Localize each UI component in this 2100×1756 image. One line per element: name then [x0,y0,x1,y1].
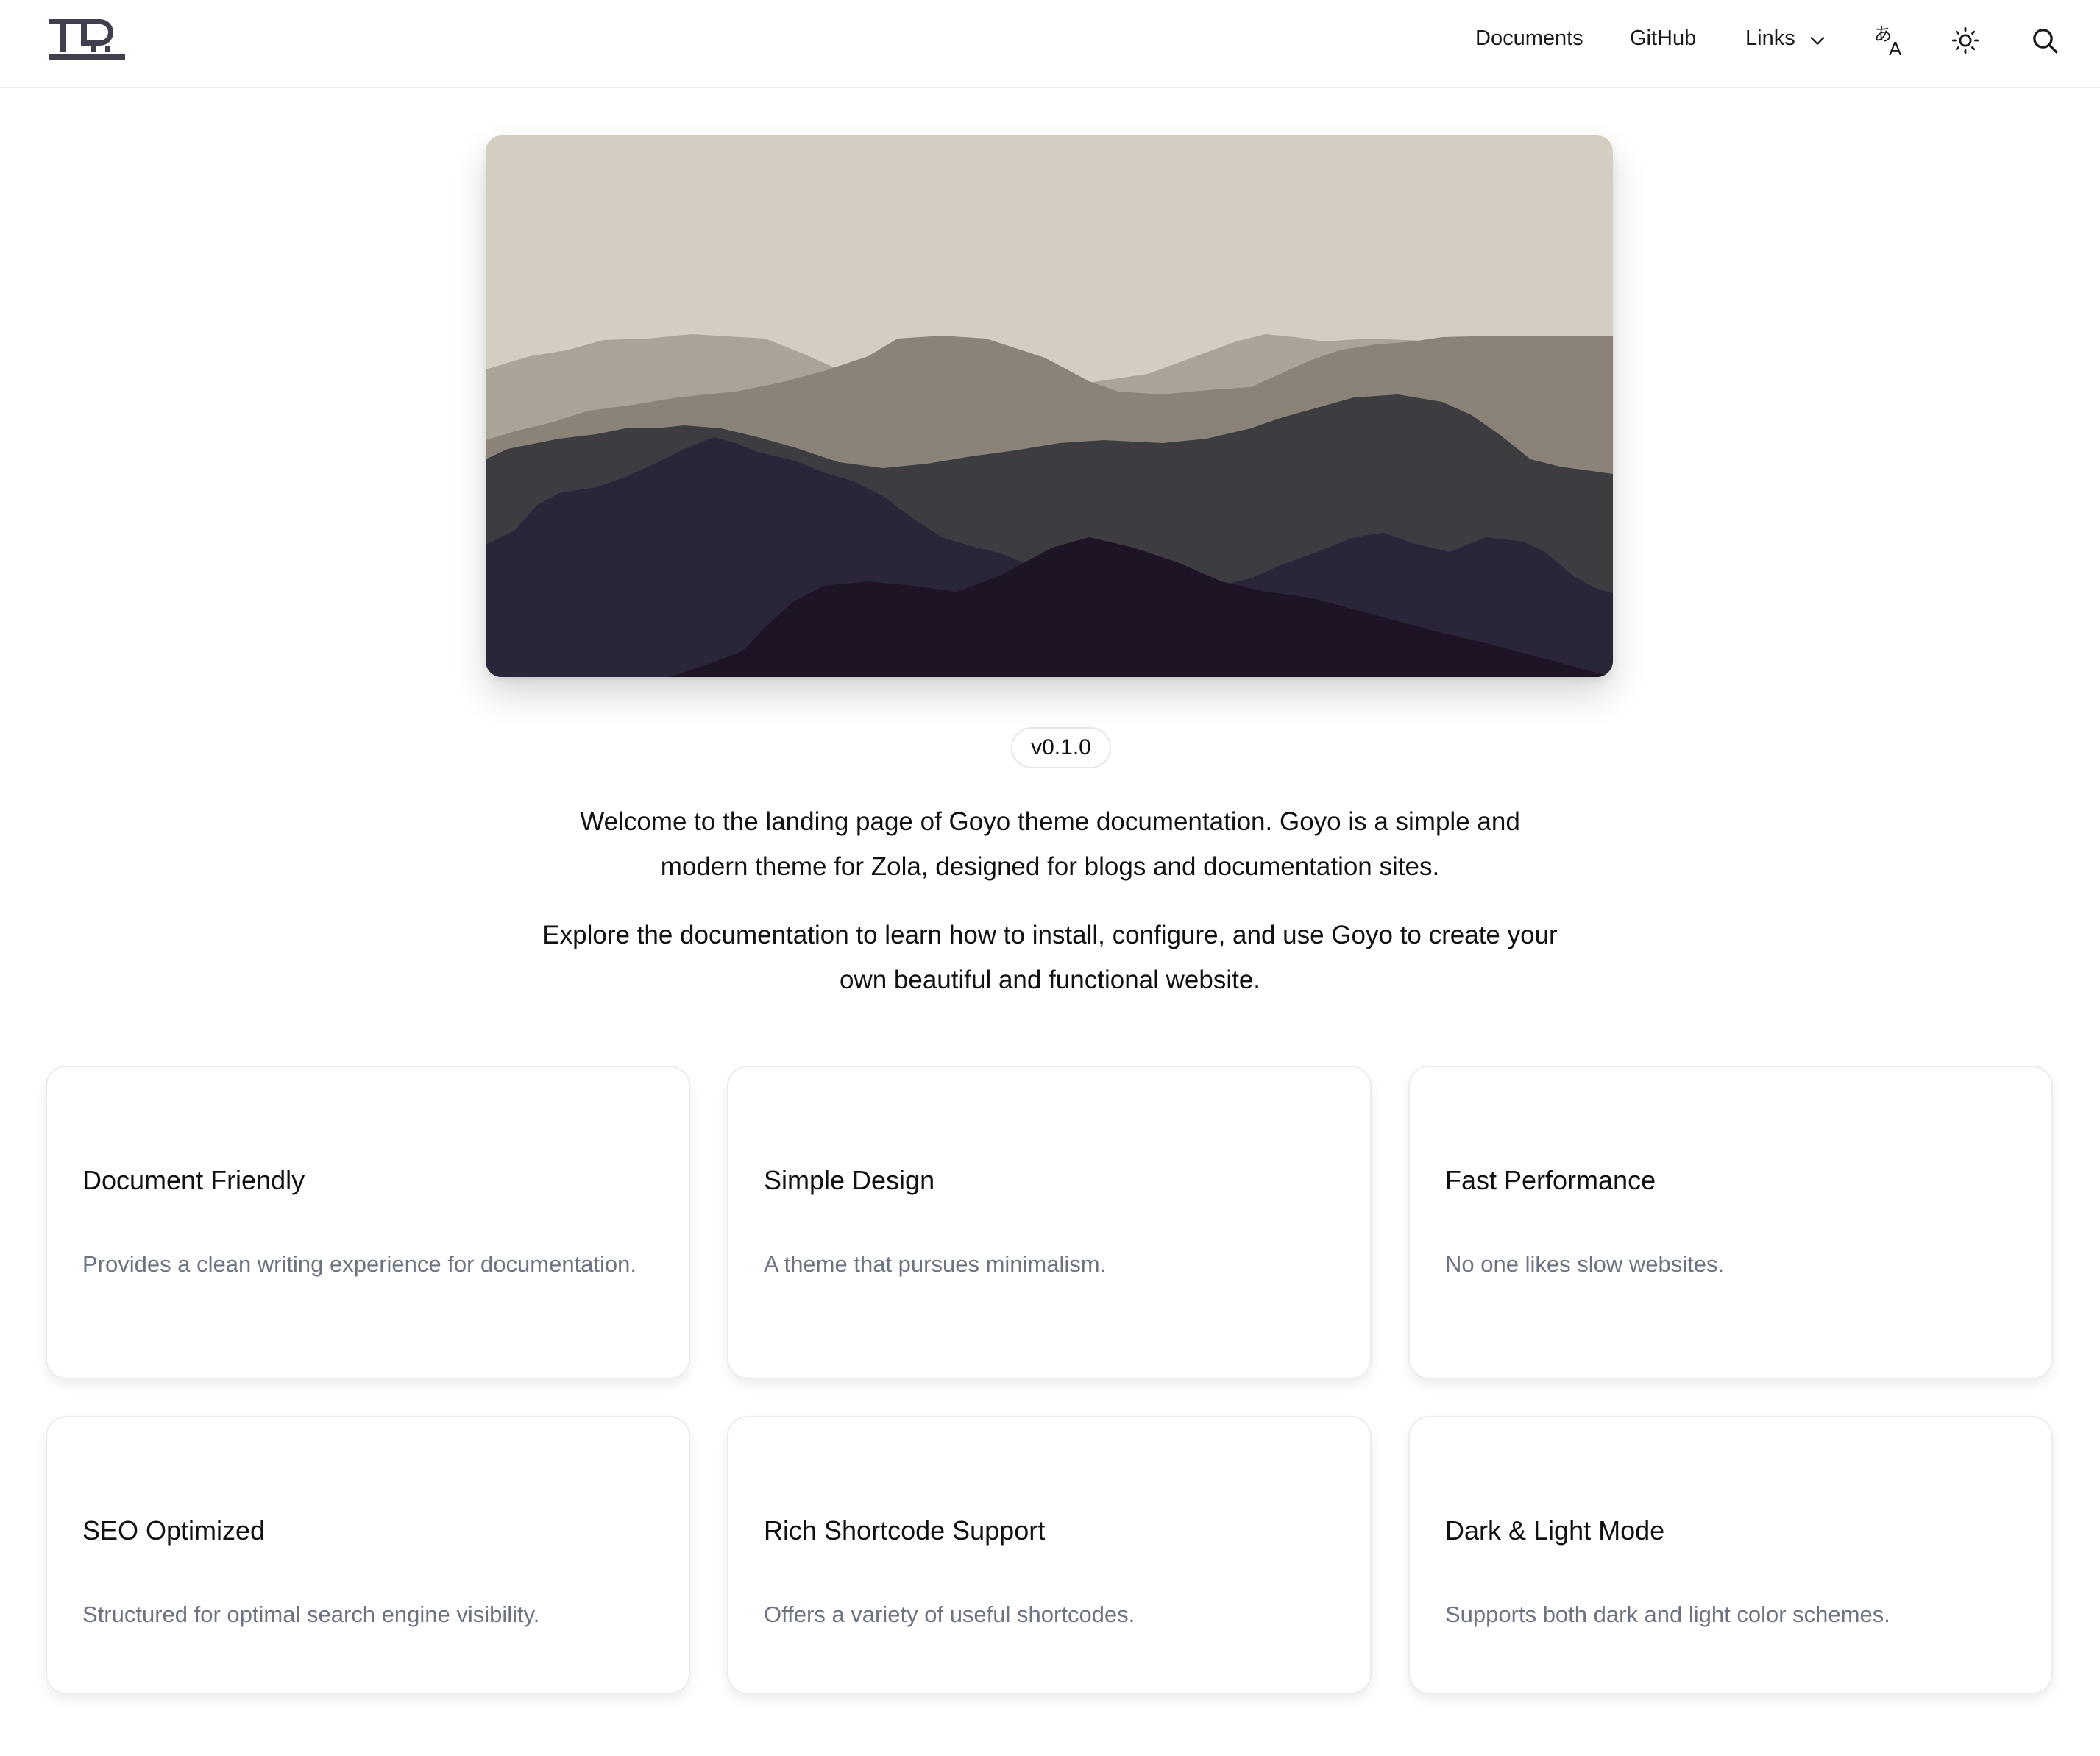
feature-title: Dark & Light Mode [1445,1515,1665,1546]
feature-card: Rich Shortcode Support Offers a variety … [727,1416,1372,1694]
theme-toggle-button[interactable] [1945,20,1986,61]
nav-links-dropdown[interactable]: Links [1745,26,1828,51]
feature-title: Document Friendly [82,1165,305,1195]
hero-image [486,135,1613,677]
feature-description: Provides a clean writing experience for … [82,1251,637,1277]
feature-description: Supports both dark and light color schem… [1445,1601,1890,1627]
feature-description: Offers a variety of useful shortcodes. [764,1601,1135,1627]
feature-card: SEO Optimized Structured for optimal sea… [46,1416,690,1694]
nav-links-label: Links [1745,26,1795,50]
feature-grid: Document Friendly Provides a clean writi… [46,1066,2053,1694]
language-icon: あ A [1874,24,1902,58]
mountain-illustration [486,135,1613,677]
feature-description: No one likes slow websites. [1445,1251,1725,1277]
site-logo[interactable] [49,18,125,62]
feature-title: Simple Design [764,1165,935,1195]
feature-card: Fast Performance No one likes slow websi… [1408,1066,2053,1379]
feature-title: SEO Optimized [82,1515,266,1546]
chevron-down-icon [1810,36,1825,45]
search-button[interactable] [2024,20,2065,61]
search-icon [2033,29,2058,54]
version-badge: v0.1.0 [1011,727,1111,768]
feature-card: Simple Design A theme that pursues minim… [727,1066,1372,1379]
nav-github-link[interactable]: GitHub [1630,26,1696,51]
feature-title: Rich Shortcode Support [764,1515,1046,1546]
intro-paragraph-2: Explore the documentation to learn how t… [542,921,1558,994]
svg-text:A: A [1889,38,1902,58]
feature-description: Structured for optimal search engine vis… [82,1601,540,1627]
feature-card: Document Friendly Provides a clean writi… [46,1066,690,1379]
site-header: Documents GitHub Links あ A [0,0,2100,88]
logo-icon [49,19,125,60]
intro-paragraph-1: Welcome to the landing page of Goyo them… [580,807,1520,881]
language-button[interactable]: あ A [1870,20,1911,61]
intro-section: Welcome to the landing page of Goyo them… [535,799,1565,1002]
feature-description: A theme that pursues minimalism. [764,1251,1107,1277]
feature-card: Dark & Light Mode Supports both dark and… [1408,1416,2053,1694]
nav-documents-link[interactable]: Documents [1475,26,1583,51]
feature-title: Fast Performance [1445,1165,1656,1195]
sun-icon [1951,26,1979,54]
